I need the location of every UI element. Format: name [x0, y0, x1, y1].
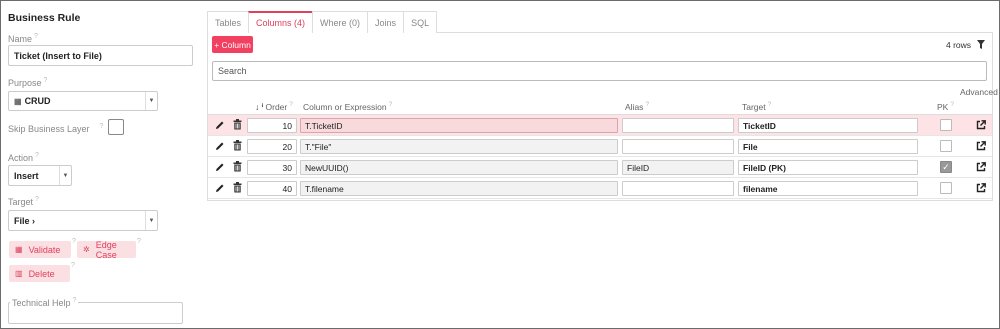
crud-icon: ▦	[14, 96, 22, 106]
trash-icon[interactable]	[233, 119, 242, 130]
add-column-button[interactable]: + Column	[212, 36, 253, 53]
alias-input[interactable]: FileID	[622, 160, 734, 175]
pk-checkbox[interactable]: ✓	[940, 161, 952, 173]
tab-bar: Tables Columns (4) Where (0) Joins SQL	[207, 11, 438, 33]
external-link-icon[interactable]	[976, 120, 986, 130]
rows-count: 4 rows	[946, 40, 972, 50]
sort-icon: ↓ ⁱ	[255, 101, 264, 112]
target-input[interactable]: filename	[738, 181, 918, 196]
help-icon: ?	[72, 238, 76, 245]
expression-input[interactable]: T."File"	[300, 139, 618, 154]
pk-checkbox[interactable]	[940, 140, 952, 152]
panel-title: Business Rule	[8, 12, 81, 24]
expression-input[interactable]: NewUUID()	[300, 160, 618, 175]
help-icon: ?	[137, 238, 141, 245]
alias-header: Alias?	[625, 101, 650, 112]
pencil-icon[interactable]	[215, 162, 225, 172]
name-label: Name?	[8, 33, 38, 44]
order-header[interactable]: ↓ ⁱ Order?	[255, 101, 293, 113]
technical-help-label: Technical Help?	[10, 297, 79, 308]
table-row[interactable]: 20 T."File" File	[208, 136, 992, 157]
expression-input[interactable]: T.filename	[300, 181, 618, 196]
search-input[interactable]: Search	[212, 61, 987, 81]
table-row[interactable]: 40 T.filename filename	[208, 178, 992, 199]
pencil-icon[interactable]	[215, 141, 225, 151]
trash-icon: ▥	[15, 269, 23, 278]
target-select[interactable]: File › ▼	[8, 210, 158, 231]
chevron-down-icon: ▼	[145, 92, 157, 110]
skip-business-layer-label: Skip Business Layer?	[8, 123, 104, 134]
trash-icon[interactable]	[233, 161, 242, 172]
calendar-icon: ▦	[15, 245, 23, 254]
order-input[interactable]: 30	[247, 160, 297, 175]
tab-where[interactable]: Where (0)	[312, 11, 369, 33]
order-input[interactable]: 10	[247, 118, 297, 133]
table-row[interactable]: 10 T.TicketID TicketID	[208, 115, 992, 136]
validate-button[interactable]: ▦ Validate	[9, 241, 71, 258]
table-row[interactable]: 30 NewUUID() FileID FileID (PK) ✓	[208, 157, 992, 178]
target-input[interactable]: TicketID	[738, 118, 918, 133]
alias-input[interactable]	[622, 139, 734, 154]
target-label: Target?	[8, 196, 39, 207]
alias-input[interactable]	[622, 181, 734, 196]
target-header: Target?	[742, 101, 772, 112]
trash-icon[interactable]	[233, 182, 242, 193]
target-input[interactable]: File	[738, 139, 918, 154]
trash-icon[interactable]	[233, 140, 242, 151]
edge-case-button[interactable]: ✲ Edge Case	[77, 240, 136, 260]
pencil-icon[interactable]	[215, 120, 225, 130]
gear-icon: ✲	[83, 245, 90, 254]
target-input[interactable]: FileID (PK)	[738, 160, 918, 175]
tab-tables[interactable]: Tables	[207, 11, 250, 33]
order-input[interactable]: 40	[247, 181, 297, 196]
tab-columns[interactable]: Columns (4)	[248, 11, 314, 33]
chevron-down-icon: ▼	[59, 166, 71, 185]
pk-checkbox[interactable]	[940, 119, 952, 131]
expression-header: Column or Expression?	[303, 101, 393, 112]
delete-button[interactable]: ▥ Delete	[9, 265, 70, 282]
alias-input[interactable]	[622, 118, 734, 133]
purpose-select[interactable]: ▦ CRUD ▼	[8, 91, 158, 111]
filter-icon[interactable]	[977, 40, 985, 49]
action-label: Action?	[8, 152, 39, 163]
name-field[interactable]: Ticket (Insert to File)	[8, 45, 193, 66]
skip-business-layer-checkbox[interactable]	[108, 119, 124, 135]
pk-header: PK?	[937, 101, 954, 112]
expression-input[interactable]: T.TicketID	[300, 118, 618, 133]
check-icon: ✓	[942, 161, 950, 172]
pk-checkbox[interactable]	[940, 182, 952, 194]
action-select[interactable]: Insert ▼	[8, 165, 72, 186]
purpose-label: Purpose?	[8, 77, 48, 88]
external-link-icon[interactable]	[976, 162, 986, 172]
order-input[interactable]: 20	[247, 139, 297, 154]
external-link-icon[interactable]	[976, 183, 986, 193]
external-link-icon[interactable]	[976, 141, 986, 151]
chevron-down-icon: ▼	[145, 211, 157, 230]
tab-joins[interactable]: Joins	[367, 11, 405, 33]
pencil-icon[interactable]	[215, 183, 225, 193]
help-icon: ?	[71, 262, 75, 269]
tab-sql[interactable]: SQL	[403, 11, 438, 33]
advanced-header: Advanced	[960, 87, 998, 97]
